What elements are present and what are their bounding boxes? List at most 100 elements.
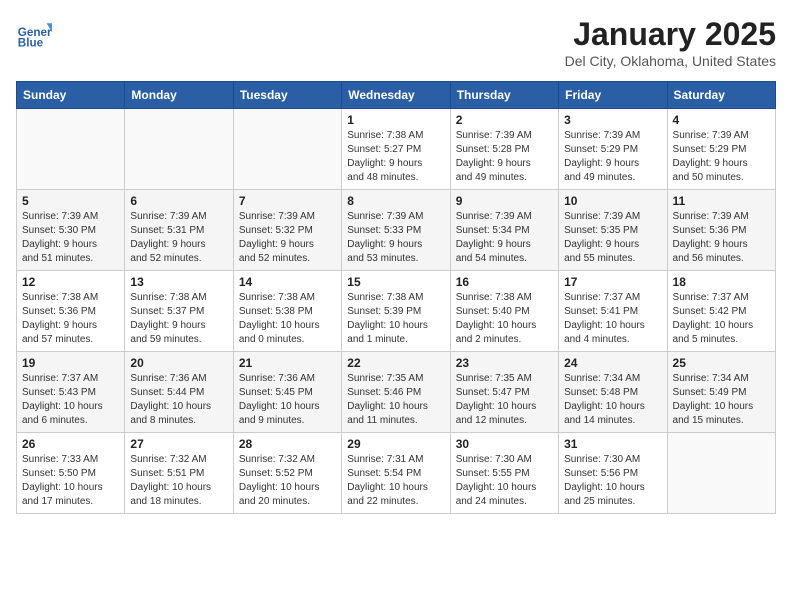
day-number: 19 [22, 356, 119, 370]
day-header-wednesday: Wednesday [342, 82, 450, 109]
day-number: 16 [456, 275, 553, 289]
day-info: Sunrise: 7:33 AM Sunset: 5:50 PM Dayligh… [22, 453, 119, 509]
calendar-cell: 4Sunrise: 7:39 AM Sunset: 5:29 PM Daylig… [667, 109, 775, 190]
calendar-cell: 16 Sunrise: 7:38 AM Sunset: 5:40 PM Dayli… [450, 271, 558, 352]
day-number: 30 [456, 437, 553, 451]
calendar-cell: 10 Sunrise: 7:39 AM Sunset: 5:35 PM Dayli… [559, 190, 667, 271]
day-info: Sunrise: 7:37 AM Sunset: 5:41 PM Dayligh… [564, 291, 661, 347]
day-info: Sunrise: 7:39 AM Sunset: 5:35 PM Dayligh… [564, 210, 661, 266]
day-info: Sunrise: 7:38 AM Sunset: 5:37 PM Dayligh… [130, 291, 227, 347]
calendar-cell: 3 Sunrise: 7:39 AM Sunset: 5:29 PM Daylig… [559, 109, 667, 190]
day-number: 24 [564, 356, 661, 370]
calendar-cell: 26 Sunrise: 7:33 AM Sunset: 5:50 PM Dayli… [17, 433, 125, 514]
day-number: 12 [22, 275, 119, 289]
month-title: January 2025 [565, 16, 776, 53]
day-info: Sunrise: 7:39 AM Sunset: 5:32 PM Dayligh… [239, 210, 336, 266]
calendar-cell: 20 Sunrise: 7:36 AM Sunset: 5:44 PM Dayli… [125, 352, 233, 433]
calendar-cell: 22 Sunrise: 7:35 AM Sunset: 5:46 PM Dayli… [342, 352, 450, 433]
day-number: 4 [673, 113, 770, 127]
calendar-cell: 29 Sunrise: 7:31 AM Sunset: 5:54 PM Dayli… [342, 433, 450, 514]
calendar-cell: 19 Sunrise: 7:37 AM Sunset: 5:43 PM Dayli… [17, 352, 125, 433]
day-info: Sunrise: 7:39 AM Sunset: 5:30 PM Dayligh… [22, 210, 119, 266]
day-info: Sunrise: 7:31 AM Sunset: 5:54 PM Dayligh… [347, 453, 444, 509]
day-number: 5 [22, 194, 119, 208]
day-number: 17 [564, 275, 661, 289]
day-header-tuesday: Tuesday [233, 82, 341, 109]
calendar-cell: 14Sunrise: 7:38 AM Sunset: 5:38 PM Dayli… [233, 271, 341, 352]
calendar-cell: 24 Sunrise: 7:34 AM Sunset: 5:48 PM Dayli… [559, 352, 667, 433]
day-info: Sunrise: 7:34 AM Sunset: 5:49 PM Dayligh… [673, 372, 770, 428]
calendar-cell: 5 Sunrise: 7:39 AM Sunset: 5:30 PM Daylig… [17, 190, 125, 271]
calendar-cell [233, 109, 341, 190]
calendar-week-row: 26 Sunrise: 7:33 AM Sunset: 5:50 PM Dayli… [17, 433, 776, 514]
day-number: 25 [673, 356, 770, 370]
calendar-cell: 12 Sunrise: 7:38 AM Sunset: 5:36 PM Dayli… [17, 271, 125, 352]
day-number: 3 [564, 113, 661, 127]
day-number: 9 [456, 194, 553, 208]
day-number: 7 [239, 194, 336, 208]
logo-icon: General Blue [16, 16, 52, 52]
calendar-week-row: 12 Sunrise: 7:38 AM Sunset: 5:36 PM Dayli… [17, 271, 776, 352]
day-number: 8 [347, 194, 444, 208]
calendar-week-row: 1 Sunrise: 7:38 AM Sunset: 5:27 PM Daylig… [17, 109, 776, 190]
calendar-week-row: 19 Sunrise: 7:37 AM Sunset: 5:43 PM Dayli… [17, 352, 776, 433]
day-number: 26 [22, 437, 119, 451]
page-header: General Blue January 2025 Del City, Okla… [16, 16, 776, 69]
day-info: Sunrise: 7:39 AM Sunset: 5:36 PM Dayligh… [673, 210, 770, 266]
calendar-cell: 17 Sunrise: 7:37 AM Sunset: 5:41 PM Dayli… [559, 271, 667, 352]
day-number: 31 [564, 437, 661, 451]
calendar-cell: 9 Sunrise: 7:39 AM Sunset: 5:34 PM Daylig… [450, 190, 558, 271]
day-info: Sunrise: 7:35 AM Sunset: 5:46 PM Dayligh… [347, 372, 444, 428]
day-number: 22 [347, 356, 444, 370]
day-info: Sunrise: 7:38 AM Sunset: 5:27 PM Dayligh… [347, 129, 444, 185]
calendar-cell: 21 Sunrise: 7:36 AM Sunset: 5:45 PM Dayli… [233, 352, 341, 433]
svg-text:Blue: Blue [18, 37, 44, 50]
calendar-cell: 15Sunrise: 7:38 AM Sunset: 5:39 PM Dayli… [342, 271, 450, 352]
calendar-header-row: SundayMondayTuesdayWednesdayThursdayFrid… [17, 82, 776, 109]
day-info: Sunrise: 7:35 AM Sunset: 5:47 PM Dayligh… [456, 372, 553, 428]
day-header-friday: Friday [559, 82, 667, 109]
day-info: Sunrise: 7:39 AM Sunset: 5:28 PM Dayligh… [456, 129, 553, 185]
calendar-cell: 2Sunrise: 7:39 AM Sunset: 5:28 PM Daylig… [450, 109, 558, 190]
day-info: Sunrise: 7:32 AM Sunset: 5:51 PM Dayligh… [130, 453, 227, 509]
day-info: Sunrise: 7:38 AM Sunset: 5:36 PM Dayligh… [22, 291, 119, 347]
day-info: Sunrise: 7:37 AM Sunset: 5:42 PM Dayligh… [673, 291, 770, 347]
day-info: Sunrise: 7:37 AM Sunset: 5:43 PM Dayligh… [22, 372, 119, 428]
calendar-cell: 27 Sunrise: 7:32 AM Sunset: 5:51 PM Dayli… [125, 433, 233, 514]
day-info: Sunrise: 7:36 AM Sunset: 5:45 PM Dayligh… [239, 372, 336, 428]
day-info: Sunrise: 7:34 AM Sunset: 5:48 PM Dayligh… [564, 372, 661, 428]
day-number: 29 [347, 437, 444, 451]
day-info: Sunrise: 7:39 AM Sunset: 5:29 PM Dayligh… [564, 129, 661, 185]
calendar-cell: 31 Sunrise: 7:30 AM Sunset: 5:56 PM Dayli… [559, 433, 667, 514]
day-info: Sunrise: 7:38 AM Sunset: 5:40 PM Dayligh… [456, 291, 553, 347]
day-number: 20 [130, 356, 227, 370]
logo: General Blue [16, 16, 52, 52]
calendar-cell [667, 433, 775, 514]
day-info: Sunrise: 7:39 AM Sunset: 5:33 PM Dayligh… [347, 210, 444, 266]
day-info: Sunrise: 7:38 AM Sunset: 5:39 PM Dayligh… [347, 291, 444, 347]
calendar-cell: 28Sunrise: 7:32 AM Sunset: 5:52 PM Dayli… [233, 433, 341, 514]
day-number: 21 [239, 356, 336, 370]
day-info: Sunrise: 7:36 AM Sunset: 5:44 PM Dayligh… [130, 372, 227, 428]
day-number: 27 [130, 437, 227, 451]
day-header-thursday: Thursday [450, 82, 558, 109]
day-number: 23 [456, 356, 553, 370]
day-number: 14 [239, 275, 336, 289]
calendar-cell: 23 Sunrise: 7:35 AM Sunset: 5:47 PM Dayli… [450, 352, 558, 433]
day-info: Sunrise: 7:32 AM Sunset: 5:52 PM Dayligh… [239, 453, 336, 509]
calendar-table: SundayMondayTuesdayWednesdayThursdayFrid… [16, 81, 776, 514]
day-info: Sunrise: 7:39 AM Sunset: 5:34 PM Dayligh… [456, 210, 553, 266]
day-number: 1 [347, 113, 444, 127]
day-header-sunday: Sunday [17, 82, 125, 109]
day-info: Sunrise: 7:30 AM Sunset: 5:55 PM Dayligh… [456, 453, 553, 509]
day-number: 13 [130, 275, 227, 289]
calendar-cell: 11 Sunrise: 7:39 AM Sunset: 5:36 PM Dayli… [667, 190, 775, 271]
day-number: 10 [564, 194, 661, 208]
calendar-cell: 18Sunrise: 7:37 AM Sunset: 5:42 PM Dayli… [667, 271, 775, 352]
day-number: 11 [673, 194, 770, 208]
day-info: Sunrise: 7:30 AM Sunset: 5:56 PM Dayligh… [564, 453, 661, 509]
title-block: January 2025 Del City, Oklahoma, United … [565, 16, 776, 69]
calendar-cell: 13 Sunrise: 7:38 AM Sunset: 5:37 PM Dayli… [125, 271, 233, 352]
calendar-cell: 6Sunrise: 7:39 AM Sunset: 5:31 PM Daylig… [125, 190, 233, 271]
day-header-monday: Monday [125, 82, 233, 109]
